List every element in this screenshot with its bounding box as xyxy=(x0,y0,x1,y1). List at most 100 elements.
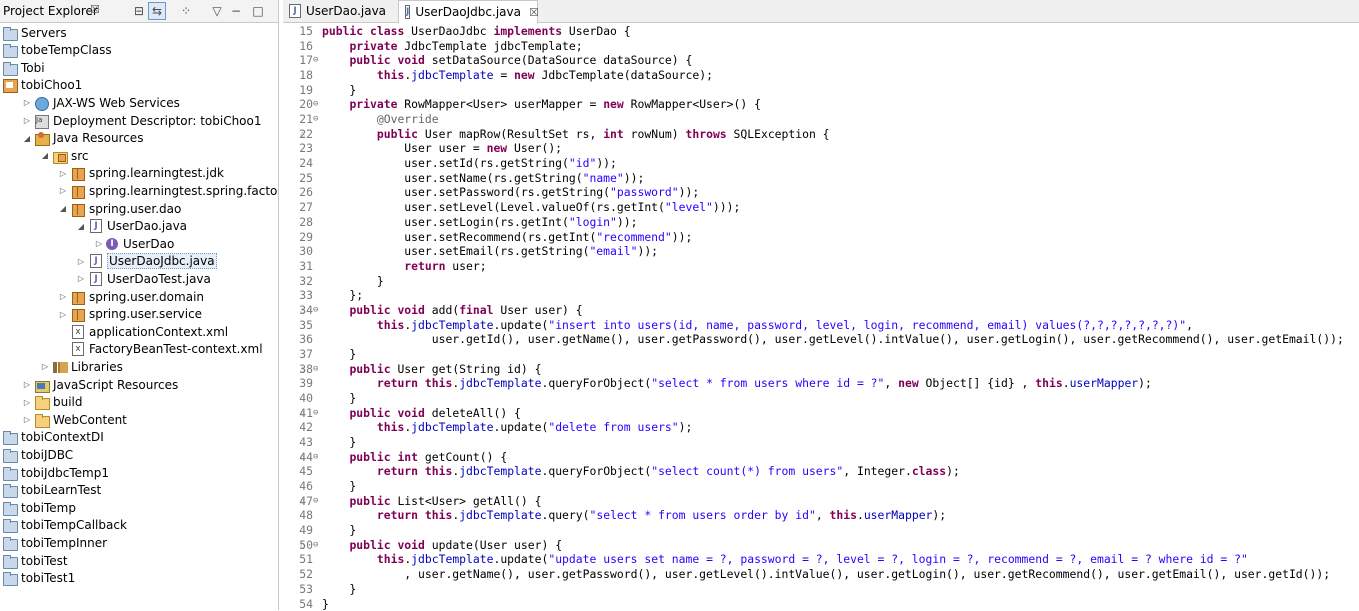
tree-item[interactable]: x FactoryBeanTest-context.xml xyxy=(58,341,263,358)
tree-item[interactable]: tobiChoo1 xyxy=(2,77,82,94)
tree-item[interactable]: ◢ Java Resources xyxy=(22,130,143,147)
code-line[interactable]: 43 } xyxy=(283,435,1359,450)
tree-item[interactable]: ◢ J UserDao.java xyxy=(76,218,187,235)
code-line[interactable]: 21 ⊖ @Override xyxy=(283,112,1359,127)
code-line[interactable]: 15 public class UserDaoJdbc implements Us… xyxy=(283,24,1359,39)
code-line[interactable]: 36 user.getId(), user.getName(), user.ge… xyxy=(283,332,1359,347)
tree-item[interactable]: tobiJdbcTemp1 xyxy=(2,464,109,481)
code-line[interactable]: 52 , user.getName(), user.getPassword(),… xyxy=(283,567,1359,582)
tree-item[interactable]: ▷ JavaScript Resources xyxy=(22,376,178,393)
collapse-all-icon[interactable]: ⊟ xyxy=(130,2,148,20)
code-line[interactable]: 32 } xyxy=(283,274,1359,289)
collapsed-twisty-icon[interactable]: ▷ xyxy=(94,239,104,248)
collapsed-twisty-icon[interactable]: ▷ xyxy=(22,398,32,407)
tree-item[interactable]: tobiContextDI xyxy=(2,429,104,446)
tab-userdaojdbc-java[interactable]: J UserDaoJdbc.java ☒ xyxy=(398,0,539,24)
close-view-icon[interactable]: ☒ xyxy=(90,3,100,16)
tree-item[interactable]: ▷ J UserDaoJdbc.java xyxy=(76,253,217,270)
code-line[interactable]: 49 } xyxy=(283,523,1359,538)
minimize-icon[interactable]: − xyxy=(227,2,245,20)
tree-item[interactable]: ◢ spring.user.dao xyxy=(58,200,181,217)
code-line[interactable]: △ 34 ⊖ public void add(final User user) { xyxy=(283,303,1359,318)
code-line[interactable]: 54} xyxy=(283,597,1359,611)
tree-item[interactable]: ▷ JAX-WS Web Services xyxy=(22,94,180,111)
collapsed-twisty-icon[interactable]: ▷ xyxy=(40,362,50,371)
expanded-twisty-icon[interactable]: ◢ xyxy=(22,134,32,143)
code-line[interactable]: 39 return this.jdbcTemplate.queryForObje… xyxy=(283,376,1359,391)
tree-item[interactable]: ▷ spring.learningtest.jdk xyxy=(58,165,224,182)
tree-item[interactable]: tobiLearnTest xyxy=(2,482,101,499)
tree-item[interactable]: ▷ spring.learningtest.spring.factorybean xyxy=(58,182,278,199)
code-line[interactable]: △ 41 ⊖ public void deleteAll() { xyxy=(283,406,1359,421)
code-line[interactable]: 30 user.setEmail(rs.getString("email")); xyxy=(283,244,1359,259)
close-tab-icon[interactable]: ☒ xyxy=(529,6,539,19)
collapsed-twisty-icon[interactable]: ▷ xyxy=(58,186,68,195)
collapsed-twisty-icon[interactable]: ▷ xyxy=(76,274,86,283)
code-line[interactable]: 23 User user = new User(); xyxy=(283,141,1359,156)
code-line[interactable]: 27 user.setLevel(Level.valueOf(rs.getInt… xyxy=(283,200,1359,215)
code-line[interactable]: 20 ⊖ private RowMapper<User> userMapper =… xyxy=(283,97,1359,112)
code-line[interactable]: 51 this.jdbcTemplate.update("update user… xyxy=(283,552,1359,567)
filters-icon[interactable]: ⁘ xyxy=(177,2,195,20)
code-line[interactable]: △ 44 ⊖ public int getCount() { xyxy=(283,450,1359,465)
code-line[interactable]: △ 38 ⊖ public User get(String id) { xyxy=(283,362,1359,377)
collapsed-twisty-icon[interactable]: ▷ xyxy=(58,310,68,319)
tree-item[interactable]: tobiTempCallback xyxy=(2,517,127,534)
expanded-twisty-icon[interactable]: ◢ xyxy=(58,204,68,213)
tree-item[interactable]: ▷ spring.user.domain xyxy=(58,288,204,305)
tree-item[interactable]: ▷ J UserDaoTest.java xyxy=(76,270,211,287)
code-line[interactable]: 29 user.setRecommend(rs.getInt("recommen… xyxy=(283,230,1359,245)
code-line[interactable]: 18 this.jdbcTemplate = new JdbcTemplate(… xyxy=(283,68,1359,83)
code-line[interactable]: 48 return this.jdbcTemplate.query("selec… xyxy=(283,508,1359,523)
collapsed-twisty-icon[interactable]: ▷ xyxy=(22,116,32,125)
code-line[interactable]: 46 } xyxy=(283,479,1359,494)
tree-item[interactable]: tobiTemp xyxy=(2,499,76,516)
tree-item[interactable]: ▷ I UserDao xyxy=(94,235,174,252)
code-line[interactable]: 45 return this.jdbcTemplate.queryForObje… xyxy=(283,464,1359,479)
tree-item[interactable]: Servers xyxy=(2,24,67,41)
code-line[interactable]: 24 user.setId(rs.getString("id")); xyxy=(283,156,1359,171)
code-line[interactable]: △ 22 public User mapRow(ResultSet rs, int… xyxy=(283,127,1359,142)
code-line[interactable]: 35 this.jdbcTemplate.update("insert into… xyxy=(283,318,1359,333)
tree-item[interactable]: tobiTest xyxy=(2,552,68,569)
collapsed-twisty-icon[interactable]: ▷ xyxy=(22,98,32,107)
code-line[interactable]: △ 47 ⊖ public List<User> getAll() { xyxy=(283,494,1359,509)
expanded-twisty-icon[interactable]: ◢ xyxy=(40,151,50,160)
code-line[interactable]: 19 } xyxy=(283,83,1359,98)
collapsed-twisty-icon[interactable]: ▷ xyxy=(58,292,68,301)
code-line[interactable]: 28 user.setLogin(rs.getInt("login")); xyxy=(283,215,1359,230)
code-line[interactable]: 25 user.setName(rs.getString("name")); xyxy=(283,171,1359,186)
code-line[interactable]: 31 return user; xyxy=(283,259,1359,274)
expanded-twisty-icon[interactable]: ◢ xyxy=(76,222,86,231)
tree-item[interactable]: tobiTempInner xyxy=(2,534,107,551)
tree-item[interactable]: ▷ build xyxy=(22,394,83,411)
code-line[interactable]: △ 50 ⊖ public void update(User user) { xyxy=(283,538,1359,553)
tree-item[interactable]: tobeTempClass xyxy=(2,42,112,59)
collapsed-twisty-icon[interactable]: ▷ xyxy=(76,257,86,266)
code-line[interactable]: 33 }; xyxy=(283,288,1359,303)
project-explorer-tab[interactable]: Project Explorer ☒ ⊟ ⇆ ⁘ ▽ − □ xyxy=(0,0,278,23)
tree-item[interactable]: ▷ WebContent xyxy=(22,411,127,428)
code-line[interactable]: 40 } xyxy=(283,391,1359,406)
collapsed-twisty-icon[interactable]: ▷ xyxy=(22,415,32,424)
tree-item[interactable]: ▷ Deployment Descriptor: tobiChoo1 xyxy=(22,112,262,129)
collapsed-twisty-icon[interactable]: ▷ xyxy=(22,380,32,389)
code-line[interactable]: 16 private JdbcTemplate jdbcTemplate; xyxy=(283,39,1359,54)
project-explorer-title[interactable]: Project Explorer xyxy=(3,4,98,18)
maximize-icon[interactable]: □ xyxy=(249,2,267,20)
code-line[interactable]: 26 user.setPassword(rs.getString("passwo… xyxy=(283,185,1359,200)
code-line[interactable]: 17 ⊖ public void setDataSource(DataSource… xyxy=(283,53,1359,68)
tree-item[interactable]: x applicationContext.xml xyxy=(58,323,228,340)
tree-item[interactable]: ▷ spring.user.service xyxy=(58,306,202,323)
code-line[interactable]: 37 } xyxy=(283,347,1359,362)
tree-item[interactable]: tobiJDBC xyxy=(2,446,73,463)
tree-item[interactable]: ◢ src xyxy=(40,147,89,164)
tab-userdao-java[interactable]: J UserDao.java xyxy=(283,0,393,22)
tree-item[interactable]: ▷ Libraries xyxy=(40,358,123,375)
link-with-editor-icon[interactable]: ⇆ xyxy=(148,2,166,20)
view-menu-icon[interactable]: ▽ xyxy=(208,2,226,20)
tree-item[interactable]: Tobi xyxy=(2,59,45,76)
code-line[interactable]: 42 this.jdbcTemplate.update("delete from… xyxy=(283,420,1359,435)
tree-item[interactable]: tobiTest1 xyxy=(2,570,75,587)
collapsed-twisty-icon[interactable]: ▷ xyxy=(58,169,68,178)
